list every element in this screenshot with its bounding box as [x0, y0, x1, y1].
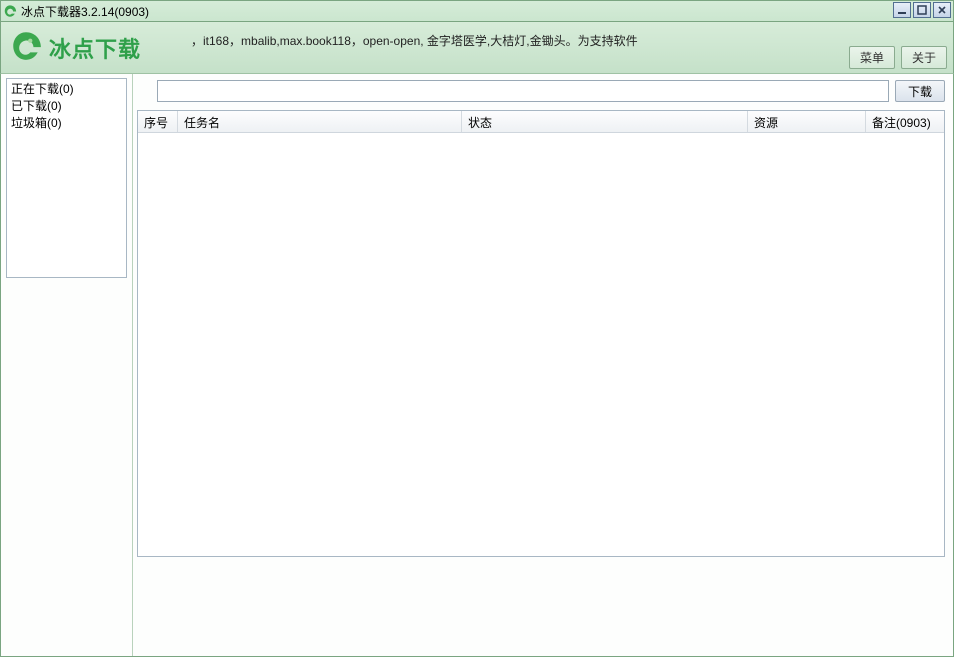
- app-icon: [3, 4, 17, 18]
- task-table: 序号 任务名 状态 资源 备注(0903): [137, 110, 945, 557]
- content: 下载 序号 任务名 状态 资源 备注(0903): [133, 74, 953, 656]
- logo-text: 冰点下载: [49, 32, 141, 64]
- body: 正在下载(0) 已下载(0) 垃圾箱(0) 下载 序号 任务名 状态 资源 备注…: [0, 74, 954, 657]
- ticker-text: ，it168，mbalib,max.book118，open-open, 金字塔…: [191, 32, 638, 49]
- sidebar-item-trash[interactable]: 垃圾箱(0): [11, 115, 122, 132]
- menu-button[interactable]: 菜单: [849, 46, 895, 69]
- sidebar-item-downloaded[interactable]: 已下载(0): [11, 98, 122, 115]
- minimize-button[interactable]: [893, 2, 911, 18]
- col-seq[interactable]: 序号: [138, 111, 178, 132]
- download-button[interactable]: 下载: [895, 80, 945, 102]
- sidebar: 正在下载(0) 已下载(0) 垃圾箱(0): [1, 74, 133, 656]
- sidebar-list: 正在下载(0) 已下载(0) 垃圾箱(0): [6, 78, 127, 278]
- col-resource[interactable]: 资源: [748, 111, 866, 132]
- close-button[interactable]: [933, 2, 951, 18]
- table-header: 序号 任务名 状态 资源 备注(0903): [138, 111, 944, 133]
- logo-icon: [9, 29, 43, 66]
- titlebar: 冰点下载器3.2.14(0903): [0, 0, 954, 22]
- url-row: 下载: [133, 74, 953, 106]
- col-note[interactable]: 备注(0903): [866, 111, 944, 132]
- table-body: [138, 133, 944, 556]
- col-status[interactable]: 状态: [462, 111, 748, 132]
- sidebar-item-label: 垃圾箱(0): [11, 116, 62, 130]
- about-button[interactable]: 关于: [901, 46, 947, 69]
- col-name[interactable]: 任务名: [178, 111, 462, 132]
- sidebar-item-label: 已下载(0): [11, 99, 62, 113]
- logo: 冰点下载: [9, 29, 141, 66]
- sidebar-item-label: 正在下载(0): [11, 82, 74, 96]
- header: 冰点下载 ，it168，mbalib,max.book118，open-open…: [0, 22, 954, 74]
- url-input[interactable]: [157, 80, 889, 102]
- sidebar-item-downloading[interactable]: 正在下载(0): [11, 81, 122, 98]
- titlebar-text: 冰点下载器3.2.14(0903): [21, 3, 951, 20]
- maximize-button[interactable]: [913, 2, 931, 18]
- window-controls: [893, 2, 951, 18]
